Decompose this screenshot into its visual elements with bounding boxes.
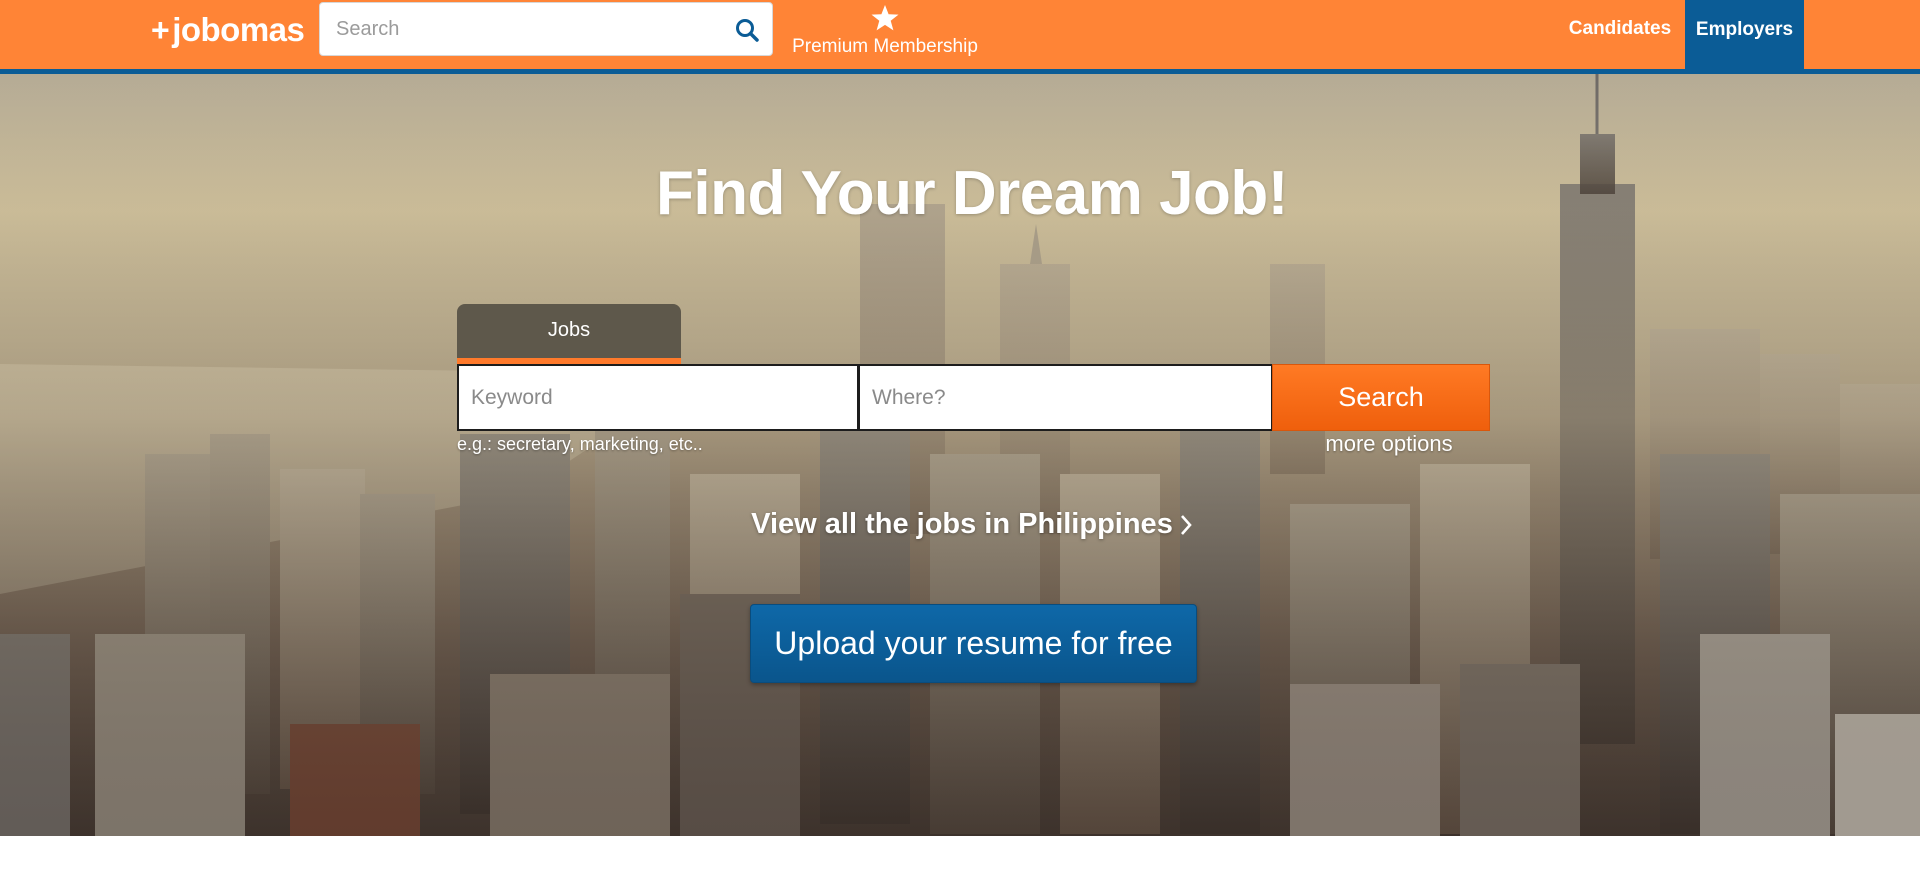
header-search-box xyxy=(319,2,773,56)
jobomas-logo[interactable]: + jobomas xyxy=(151,11,305,48)
hero-title: Find Your Dream Job! xyxy=(656,159,1288,228)
star-icon xyxy=(871,5,899,31)
search-icon[interactable] xyxy=(734,17,760,43)
keyword-input[interactable] xyxy=(459,366,857,429)
premium-membership-label: Premium Membership xyxy=(792,36,978,57)
hero-section: Find Your Dream Job! Jobs Search e.g.: s… xyxy=(0,74,1920,836)
where-field xyxy=(858,364,1273,431)
header-search-input[interactable] xyxy=(320,3,720,55)
more-options-link[interactable]: more options xyxy=(1289,431,1489,457)
view-all-jobs-label: View all the jobs in Philippines xyxy=(751,508,1173,540)
keyword-field xyxy=(457,364,859,431)
keyword-hint: e.g.: secretary, marketing, etc.. xyxy=(457,434,703,454)
search-button[interactable]: Search xyxy=(1272,364,1490,431)
view-all-jobs-link[interactable]: View all the jobs in Philippines xyxy=(0,508,1920,541)
premium-membership-link[interactable]: Premium Membership xyxy=(790,4,980,58)
where-input[interactable] xyxy=(860,366,1271,429)
tab-jobs[interactable]: Jobs xyxy=(457,304,681,364)
logo-text: jobomas xyxy=(172,11,305,48)
nav-employers[interactable]: Employers xyxy=(1685,0,1804,69)
chevron-right-icon xyxy=(1180,515,1192,536)
logo-plus: + xyxy=(151,11,170,48)
nav-candidates[interactable]: Candidates xyxy=(1555,0,1685,57)
upload-resume-button[interactable]: Upload your resume for free xyxy=(750,604,1197,683)
top-navbar: + jobomas Premium Membership Candidates … xyxy=(0,0,1920,74)
